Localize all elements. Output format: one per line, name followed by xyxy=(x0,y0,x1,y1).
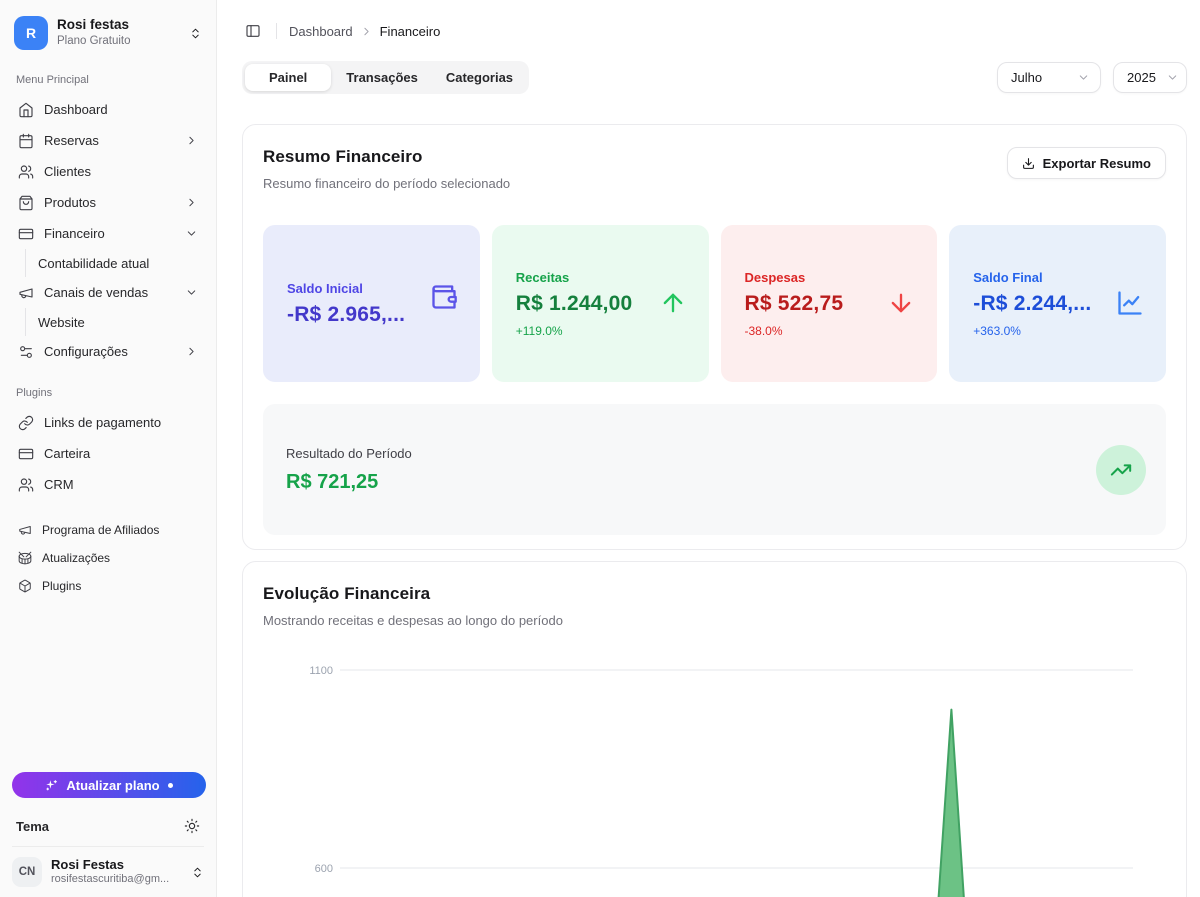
tab-list: Painel Transações Categorias xyxy=(242,61,529,94)
evolution-subtitle: Mostrando receitas e despesas ao longo d… xyxy=(263,613,1166,628)
sliders-icon xyxy=(18,344,34,360)
sidebar-item-reservas[interactable]: Reservas xyxy=(12,125,204,156)
app-root: R Rosi festas Plano Gratuito Menu Princi… xyxy=(0,0,1200,897)
megaphone-icon xyxy=(18,285,34,301)
chevron-down-icon xyxy=(1166,71,1179,84)
divider xyxy=(276,23,277,39)
sidebar-section-plugins: Plugins xyxy=(16,387,200,399)
shopping-bag-icon xyxy=(18,195,34,211)
financial-evolution-card: Evolução Financeira Mostrando receitas e… xyxy=(242,561,1187,897)
chevron-right-icon xyxy=(185,196,198,209)
megaphone-icon xyxy=(18,523,32,537)
chevron-right-icon xyxy=(360,25,373,38)
package-icon xyxy=(18,579,32,593)
drum-icon xyxy=(18,551,32,565)
svg-text:1100: 1100 xyxy=(309,665,333,677)
chevron-down-icon xyxy=(185,286,198,299)
breadcrumb-financeiro: Financeiro xyxy=(380,24,441,39)
stat-saldo-final: Saldo Final -R$ 2.244,... +363.0% xyxy=(949,225,1166,382)
download-icon xyxy=(1022,157,1035,170)
summary-subtitle: Resumo financeiro do período selecionado xyxy=(263,176,510,191)
wallet-icon xyxy=(430,283,458,311)
theme-row: Tema xyxy=(12,812,204,846)
top-bar: Dashboard Financeiro xyxy=(242,20,1187,42)
period-result-value: R$ 721,25 xyxy=(286,472,412,492)
chevron-right-icon xyxy=(185,134,198,147)
trending-up-badge xyxy=(1096,445,1146,495)
calendar-icon xyxy=(18,133,34,149)
tab-categorias[interactable]: Categorias xyxy=(433,64,526,91)
sidebar-item-produtos[interactable]: Produtos xyxy=(12,187,204,218)
trending-up-icon xyxy=(1110,459,1132,481)
main-content: Dashboard Financeiro Painel Transações C… xyxy=(217,0,1200,897)
user-menu[interactable]: CN Rosi Festas rosifestascuritiba@gm... xyxy=(12,846,204,887)
sidebar-item-dashboard[interactable]: Dashboard xyxy=(12,94,204,125)
upgrade-plan-button[interactable]: Atualizar plano xyxy=(12,772,206,798)
financial-summary-card: Resumo Financeiro Resumo financeiro do p… xyxy=(242,124,1187,550)
breadcrumb-dashboard[interactable]: Dashboard xyxy=(289,24,353,39)
sidebar-item-website[interactable]: Website xyxy=(25,308,204,336)
chevrons-up-down-icon xyxy=(191,866,204,879)
notification-dot xyxy=(168,783,173,788)
user-name: Rosi Festas xyxy=(51,857,182,873)
sidebar-item-financeiro[interactable]: Financeiro xyxy=(12,218,204,249)
credit-card-icon xyxy=(18,226,34,242)
sidebar-item-programa-de-afiliados[interactable]: Programa de Afiliados xyxy=(12,516,204,544)
stat-cards: Saldo Inicial -R$ 2.965,... Receitas R$ … xyxy=(263,225,1166,382)
stat-saldo-inicial: Saldo Inicial -R$ 2.965,... xyxy=(263,225,480,382)
summary-title: Resumo Financeiro xyxy=(263,147,510,167)
sidebar: R Rosi festas Plano Gratuito Menu Princi… xyxy=(0,0,217,897)
workspace-name: Rosi festas xyxy=(57,17,180,34)
sidebar-item-configuracoes[interactable]: Configurações xyxy=(12,336,204,367)
sidebar-item-crm[interactable]: CRM xyxy=(12,469,204,500)
period-result-label: Resultado do Período xyxy=(286,447,412,460)
tab-transacoes[interactable]: Transações xyxy=(333,64,431,91)
arrow-up-icon xyxy=(659,289,687,317)
users-icon xyxy=(18,164,34,180)
users-icon xyxy=(18,477,34,493)
panel-left-icon xyxy=(245,23,261,39)
area-chart: 1100 600 xyxy=(263,648,1166,897)
sidebar-item-atualizacoes[interactable]: Atualizações xyxy=(12,544,204,572)
workspace-switcher[interactable]: R Rosi festas Plano Gratuito xyxy=(12,12,204,54)
export-summary-button[interactable]: Exportar Resumo xyxy=(1007,147,1166,179)
sidebar-item-carteira[interactable]: Carteira xyxy=(12,438,204,469)
chevrons-up-down-icon xyxy=(189,27,202,40)
chevron-down-icon xyxy=(185,227,198,240)
sidebar-section-main: Menu Principal xyxy=(16,74,200,86)
period-result: Resultado do Período R$ 721,25 xyxy=(263,404,1166,535)
wallet-icon xyxy=(18,446,34,462)
sidebar-item-canais-de-vendas[interactable]: Canais de vendas xyxy=(12,277,204,308)
user-email: rosifestascuritiba@gm... xyxy=(51,873,182,887)
filter-row: Painel Transações Categorias Julho 2025 xyxy=(242,61,1187,94)
stat-receitas: Receitas R$ 1.244,00 +119.0% xyxy=(492,225,709,382)
sidebar-item-links-de-pagamento[interactable]: Links de pagamento xyxy=(12,407,204,438)
evolution-chart: 1100 600 xyxy=(263,648,1166,897)
stat-despesas: Despesas R$ 522,75 -38.0% xyxy=(721,225,938,382)
sun-icon[interactable] xyxy=(184,818,200,834)
month-select[interactable]: Julho xyxy=(997,62,1101,93)
tab-painel[interactable]: Painel xyxy=(245,64,331,91)
home-icon xyxy=(18,102,34,118)
sparkles-icon xyxy=(45,779,58,792)
link-icon xyxy=(18,415,34,431)
breadcrumb: Dashboard Financeiro xyxy=(289,24,440,39)
chevron-down-icon xyxy=(1077,71,1090,84)
sidebar-toggle-button[interactable] xyxy=(242,20,264,42)
sidebar-item-clientes[interactable]: Clientes xyxy=(12,156,204,187)
workspace-plan: Plano Gratuito xyxy=(57,34,180,48)
chevron-right-icon xyxy=(185,345,198,358)
arrow-down-icon xyxy=(887,289,915,317)
sidebar-item-contabilidade-atual[interactable]: Contabilidade atual xyxy=(25,249,204,277)
line-chart-icon xyxy=(1116,289,1144,317)
svg-text:600: 600 xyxy=(315,863,333,875)
avatar: CN xyxy=(12,857,42,887)
workspace-logo: R xyxy=(14,16,48,50)
sidebar-item-plugins[interactable]: Plugins xyxy=(12,572,204,600)
year-select[interactable]: 2025 xyxy=(1113,62,1187,93)
evolution-title: Evolução Financeira xyxy=(263,584,1166,604)
